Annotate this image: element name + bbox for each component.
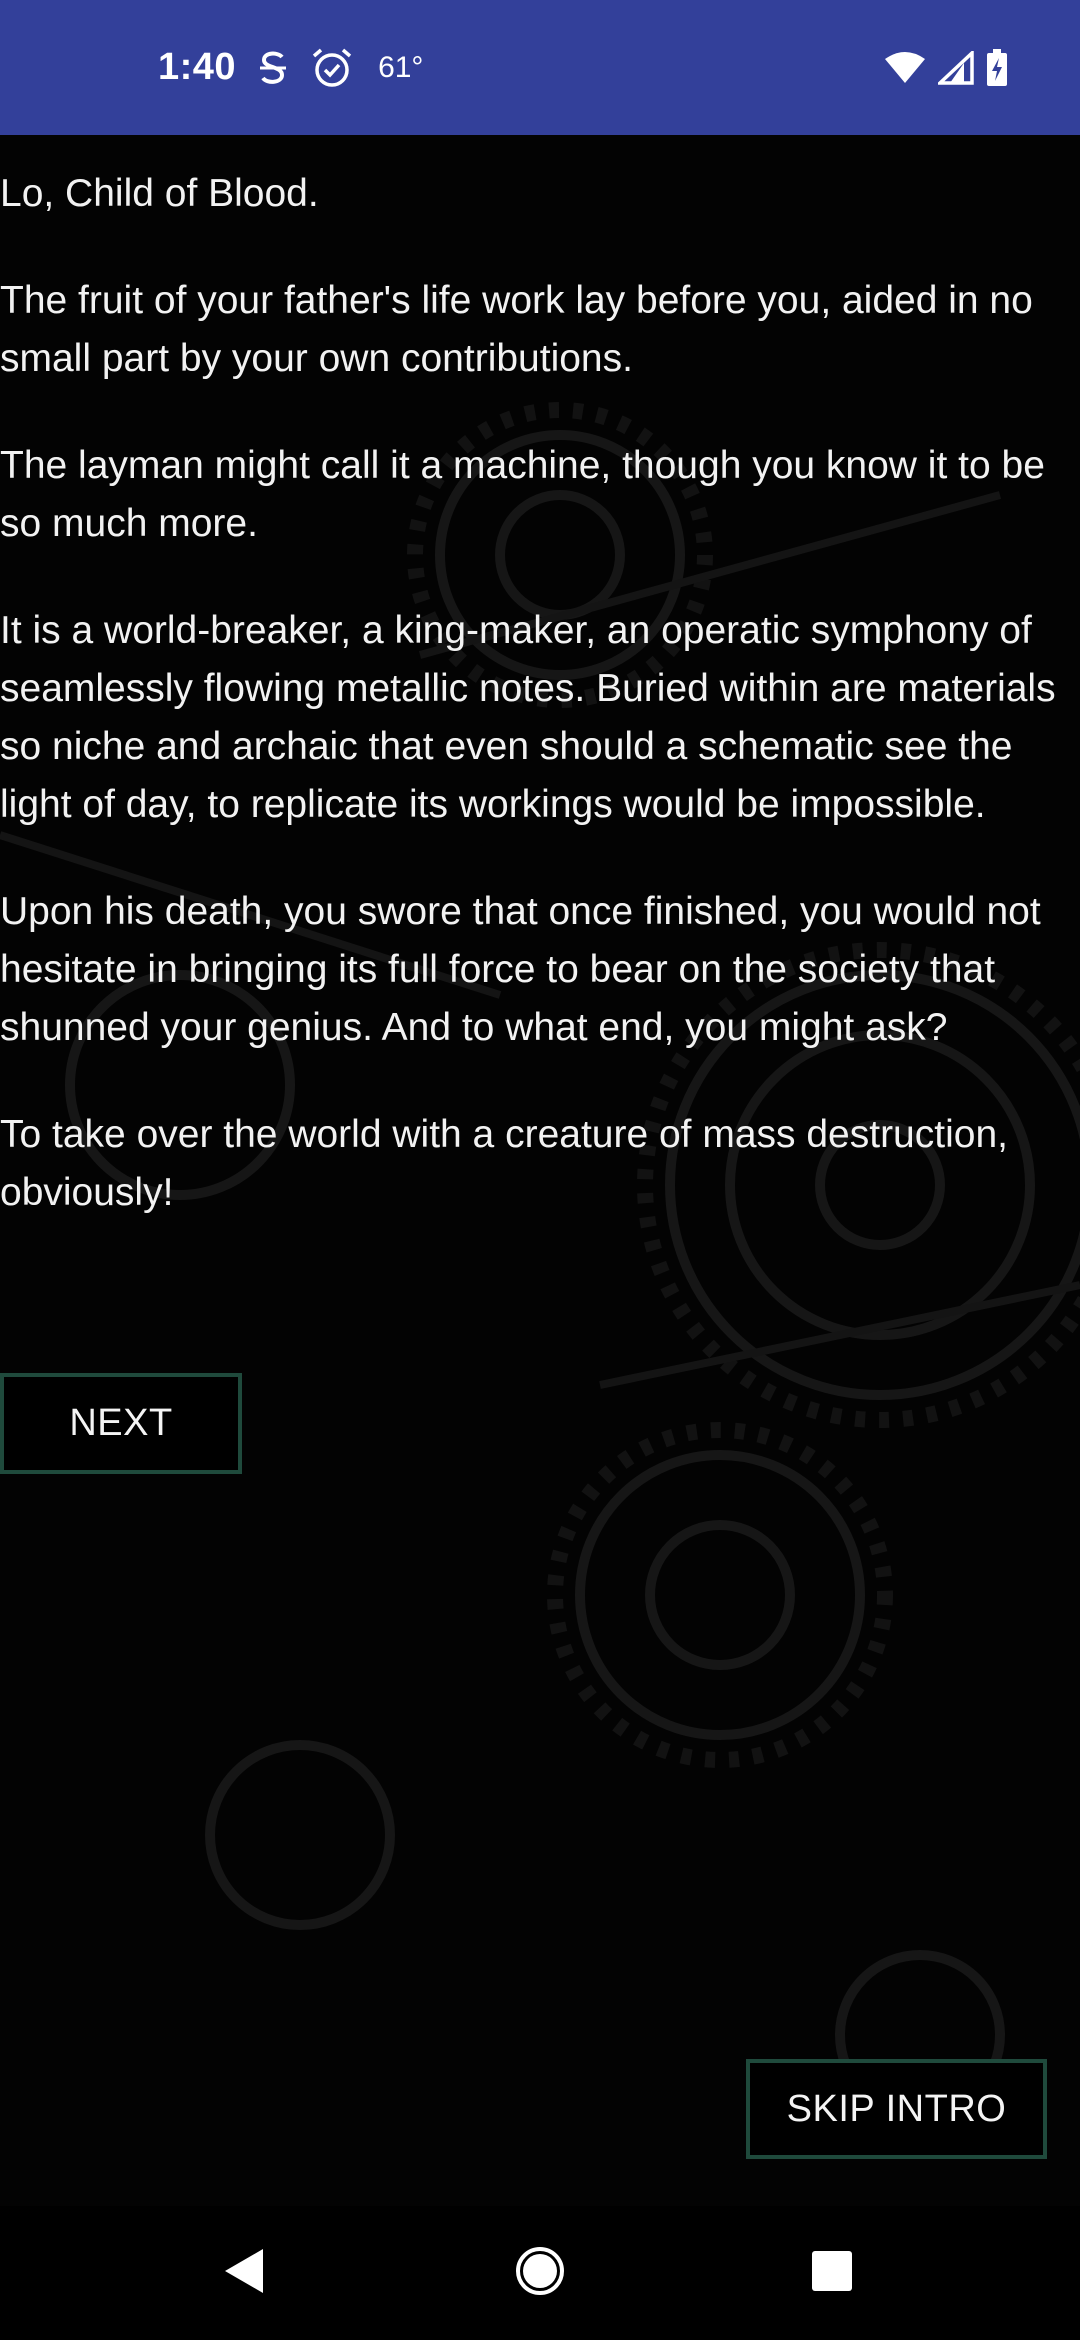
next-button[interactable]: NEXT (0, 1373, 242, 1474)
story-text: Lo, Child of Blood. The fruit of your fa… (0, 165, 1080, 1271)
status-time: 1:40 (158, 46, 237, 88)
story-paragraph-2: The fruit of your father's life work lay… (0, 279, 1033, 380)
home-button[interactable] (480, 2206, 600, 2340)
story-paragraph-4: It is a world-breaker, a king-maker, an … (0, 609, 1056, 826)
back-icon (221, 2247, 267, 2300)
navigation-bar (0, 2206, 1080, 2340)
recents-icon (811, 2250, 853, 2297)
signal-icon (938, 50, 974, 85)
story-paragraph-1: Lo, Child of Blood. (0, 172, 319, 215)
battery-charging-icon (986, 48, 1008, 87)
recents-button[interactable] (772, 2206, 892, 2340)
status-bar: 1:40 61° (0, 0, 1080, 135)
status-temperature: 61° (378, 50, 424, 84)
back-button[interactable] (184, 2206, 304, 2340)
home-icon (514, 2245, 566, 2302)
story-paragraph-3: The layman might call it a machine, thou… (0, 444, 1045, 545)
intro-screen: 1:40 61° Lo, Child of Blood. The fruit o… (0, 0, 1080, 2340)
alarm-icon (310, 46, 354, 90)
status-right-group (884, 0, 1008, 135)
skip-intro-button[interactable]: SKIP INTRO (746, 2059, 1047, 2159)
s-app-icon (258, 49, 288, 87)
status-left-group: 1:40 61° (158, 0, 423, 135)
story-paragraph-5: Upon his death, you swore that once fini… (0, 890, 1041, 1049)
story-paragraph-6: To take over the world with a creature o… (0, 1113, 1008, 1214)
wifi-icon (884, 51, 926, 85)
